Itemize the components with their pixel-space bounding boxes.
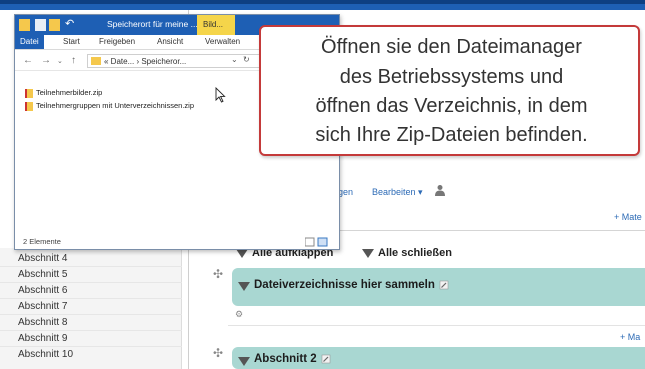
callout-line: sich Ihre Zip-Dateien befinden. [315,124,588,146]
file-item[interactable]: Teilnehmergruppen mit Unterverzeichnisse… [25,101,194,111]
gear-icon[interactable]: ⚙ [235,309,243,320]
forward-arrow-icon[interactable]: → [41,55,51,66]
mouse-cursor-icon [215,87,226,103]
course-navigation: Abschnitt 4 Abschnitt 5 Abschnitt 6 Absc… [0,248,182,369]
nav-separator [0,330,182,331]
pencil-icon[interactable] [439,280,449,290]
view-mode-icons[interactable] [305,237,329,247]
nav-item-abschnitt-7[interactable]: Abschnitt 7 [18,301,67,312]
file-name: Teilnehmergruppen mit Unterverzeichnisse… [36,101,194,110]
status-bar: 2 Elemente [15,235,339,249]
tab-freigeben[interactable]: Freigeben [99,37,135,46]
undo-icon[interactable]: ↶ [65,17,74,30]
item-count: 2 Elemente [23,237,61,246]
tab-verwalten[interactable]: Verwalten [205,37,240,46]
context-tab-bild[interactable]: Bild... [197,15,235,35]
tab-datei[interactable]: Datei [15,35,44,49]
chevron-down-icon[interactable]: ⌄ [231,55,238,64]
collapse-all-label: Alle schließen [378,247,452,259]
up-arrow-icon[interactable]: ↑ [71,55,76,66]
folder-icon [91,57,101,65]
add-activity-link[interactable]: + Mate [614,212,642,222]
zip-file-icon [25,101,33,111]
properties-icon[interactable] [35,19,46,31]
new-folder-icon[interactable] [49,19,60,31]
instruction-callout: Öffnen sie den Dateimanager des Betriebs… [259,25,640,156]
breadcrumb-tail[interactable]: gen [338,187,353,197]
nav-item-abschnitt-4[interactable]: Abschnitt 4 [18,253,67,264]
zip-file-icon [25,88,33,98]
folder-icon [19,19,30,31]
callout-line: des Betriebssystems und [339,66,564,88]
refresh-icon[interactable]: ↻ [243,55,250,64]
nav-separator [0,314,182,315]
section-title: Abschnitt 2 [254,353,331,365]
section-header-2[interactable]: Abschnitt 2 [232,347,645,369]
nav-item-abschnitt-6[interactable]: Abschnitt 6 [18,285,67,296]
nav-item-abschnitt-8[interactable]: Abschnitt 8 [18,317,67,328]
pencil-icon[interactable] [321,354,331,364]
triangle-down-icon [238,282,250,291]
section-title: Dateiverzeichnisse hier sammeln [254,279,449,291]
tab-start[interactable]: Start [63,37,80,46]
nav-item-abschnitt-9[interactable]: Abschnitt 9 [18,333,67,344]
explorer-title: Speicherort für meine ... [107,19,198,29]
top-band-edge [0,0,645,4]
nav-item-abschnitt-10[interactable]: Abschnitt 10 [18,349,73,360]
nav-item-abschnitt-5[interactable]: Abschnitt 5 [18,269,67,280]
person-icon[interactable] [434,184,446,196]
triangle-down-icon [238,357,250,366]
nav-separator [0,282,182,283]
move-icon[interactable]: ✣ [212,347,224,359]
file-name: Teilnehmerbilder.zip [36,88,103,97]
recent-locations-icon[interactable]: ⌄ [57,57,63,65]
callout-line: öffnen das Verzeichnis, in dem [315,95,588,117]
collapse-all-button[interactable]: Alle schließen [362,247,452,259]
edit-menu-button[interactable]: Bearbeiten ▾ [372,187,423,198]
nav-separator [0,266,182,267]
file-item[interactable]: Teilnehmerbilder.zip [25,88,102,98]
address-text: « Date... › Speicheror... [104,57,187,66]
triangle-down-icon [362,248,374,258]
divider [228,325,645,326]
section-title-text: Abschnitt 2 [254,353,317,365]
add-activity-link[interactable]: + Ma [620,332,640,342]
move-icon[interactable]: ✣ [212,268,224,280]
section-header-1[interactable]: Dateiverzeichnisse hier sammeln [232,268,645,306]
nav-separator [0,346,182,347]
tab-ansicht[interactable]: Ansicht [157,37,183,46]
callout-line: Öffnen sie den Dateimanager [321,36,582,58]
back-arrow-icon[interactable]: ← [23,55,33,66]
section-title-text: Dateiverzeichnisse hier sammeln [254,279,435,291]
nav-separator [0,298,182,299]
